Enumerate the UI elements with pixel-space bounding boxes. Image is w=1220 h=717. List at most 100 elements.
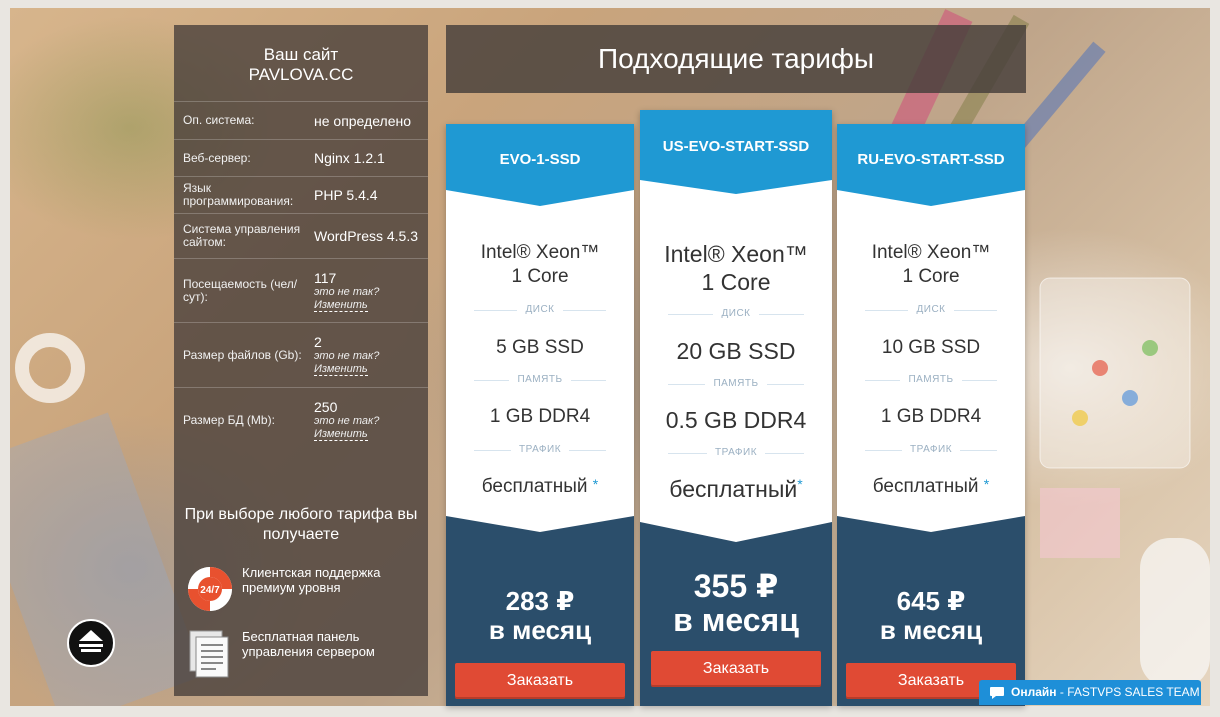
- footnote-star: *: [797, 476, 803, 492]
- support-badge: 24/7: [200, 585, 220, 596]
- footer-chevron: [640, 522, 832, 550]
- info-value: Nginx 1.2.1: [314, 150, 385, 166]
- info-label: Система управления сайтом:: [183, 222, 301, 249]
- plan-name: US-EVO-START-SSD: [640, 110, 832, 168]
- info-note: это не так?: [314, 415, 380, 427]
- logo-icon: [79, 630, 103, 652]
- change-link[interactable]: Изменить: [314, 428, 368, 441]
- info-row-files: Размер файлов (Gb): 2 это не так? Измени…: [174, 322, 428, 387]
- lifebuoy-icon: 24/7: [188, 567, 232, 611]
- order-button[interactable]: Заказать: [651, 651, 821, 687]
- plan-period: в месяц: [488, 615, 592, 645]
- header-chevron: [837, 182, 1025, 206]
- bonus-title: При выборе любого тарифа вы получаете: [184, 506, 418, 543]
- info-value: 250: [314, 399, 338, 415]
- memory-label: ПАМЯТЬ: [837, 374, 1025, 385]
- info-row-cms: Система управления сайтом: WordPress 4.5…: [174, 213, 428, 258]
- chat-bubble-icon: [990, 686, 1004, 699]
- change-link[interactable]: Изменить: [314, 298, 368, 312]
- document-icon: [189, 630, 229, 678]
- disk-value: 5 GB SSD: [496, 337, 584, 358]
- disk-value: 10 GB SSD: [881, 337, 981, 358]
- cpu-cores: 1 Core: [902, 266, 960, 287]
- info-row-traffic: Посещаемость (чел/сут): 117 это не так? …: [174, 258, 428, 322]
- info-label: Веб-сервер:: [183, 150, 251, 165]
- memory-label: ПАМЯТЬ: [446, 374, 634, 385]
- plan-period: в месяц: [673, 602, 799, 638]
- disk-label: ДИСК: [446, 304, 634, 315]
- memory-value: 1 GB DDR4: [880, 406, 982, 427]
- cpu-cores: 1 Core: [701, 269, 771, 295]
- order-button[interactable]: Заказать: [455, 663, 625, 699]
- info-note: это не так?: [314, 350, 380, 362]
- disk-value: 20 GB SSD: [676, 338, 796, 364]
- memory-value: 0.5 GB DDR4: [665, 407, 807, 433]
- traffic-value: бесплатный *: [837, 476, 1025, 498]
- cpu-spec: Intel® Xeon™ 1 Core: [640, 240, 832, 296]
- info-row-language: Язык программирования: PHP 5.4.4: [174, 176, 428, 213]
- info-label: Оп. система:: [183, 113, 255, 127]
- footer-chevron: [837, 516, 1025, 544]
- perk-panel: Бесплатная панель управления сервером: [186, 629, 382, 679]
- info-value-group: 2 это не так? Изменить: [314, 334, 379, 376]
- site-info-panel: Ваш сайт PAVLOVA.CC Оп. система: не опре…: [174, 25, 428, 696]
- plan-name: RU-EVO-START-SSD: [837, 124, 1025, 182]
- cpu-spec: Intel® Xeon™ 1 Core: [446, 241, 634, 289]
- info-value-group: 117 это не так? Изменить: [314, 270, 379, 312]
- info-label: Язык программирования:: [183, 181, 294, 208]
- perk-text: Бесплатная панель управления сервером: [242, 629, 375, 659]
- perk-support: 24/7 Клиентская поддержка премиум уровня: [186, 565, 382, 613]
- header-chevron: [446, 182, 634, 206]
- memory-label: ПАМЯТЬ: [640, 378, 832, 389]
- info-label: Размер БД (Mb):: [183, 412, 275, 427]
- traffic-label: ТРАФИК: [446, 444, 634, 455]
- cpu-model: Intel® Xeon™: [871, 242, 991, 263]
- plan-card: RU-EVO-START-SSD Intel® Xeon™ 1 Core ДИС…: [837, 124, 1025, 706]
- chat-status: Онлайн: [1011, 685, 1057, 699]
- header-chevron: [640, 168, 832, 194]
- cpu-model: Intel® Xeon™: [480, 242, 600, 263]
- footnote-star: *: [592, 476, 599, 492]
- info-label: Посещаемость (чел/сут):: [183, 276, 298, 304]
- plan-period: в месяц: [879, 615, 983, 645]
- plan-card-featured: US-EVO-START-SSD Intel® Xeon™ 1 Core ДИС…: [640, 110, 832, 706]
- info-row-os: Оп. система: не определено: [174, 101, 428, 139]
- disk-label: ДИСК: [837, 304, 1025, 315]
- page-title: Подходящие тарифы: [446, 25, 1026, 93]
- plan-price: 355 ₽: [693, 568, 779, 604]
- site-domain: PAVLOVA.CC: [248, 65, 354, 84]
- live-chat-button[interactable]: Онлайн - FASTVPS SALES TEAM: [979, 680, 1201, 705]
- disk-label: ДИСК: [640, 308, 832, 319]
- traffic-label: ТРАФИК: [837, 444, 1025, 455]
- plan-price: 645 ₽: [896, 586, 966, 616]
- traffic-text: бесплатный: [669, 476, 798, 502]
- cpu-model: Intel® Xeon™: [664, 241, 808, 267]
- change-link[interactable]: Изменить: [314, 363, 368, 376]
- footer-chevron: [446, 516, 634, 544]
- info-value: PHP 5.4.4: [314, 187, 378, 203]
- info-label: Размер файлов (Gb):: [183, 347, 302, 362]
- traffic-label: ТРАФИК: [640, 447, 832, 458]
- info-value-group: 250 это не так? Изменить: [314, 399, 379, 441]
- info-note: это не так?: [314, 285, 380, 298]
- memory-value: 1 GB DDR4: [489, 406, 591, 427]
- fastvps-logo-button[interactable]: [67, 619, 115, 667]
- chat-team: - FASTVPS SALES TEAM: [1059, 685, 1200, 699]
- cpu-spec: Intel® Xeon™ 1 Core: [837, 241, 1025, 289]
- info-value: WordPress 4.5.3: [314, 228, 419, 244]
- info-row-db: Размер БД (Mb): 250 это не так? Изменить: [174, 387, 428, 452]
- site-label: Ваш сайт: [263, 45, 339, 64]
- plan-price: 283 ₽: [505, 586, 575, 616]
- traffic-text: бесплатный: [481, 476, 588, 497]
- info-value: не определено: [314, 112, 412, 129]
- traffic-value: бесплатный*: [640, 476, 832, 503]
- site-header: Ваш сайт PAVLOVA.CC: [174, 25, 428, 101]
- plan-card: EVO-1-SSD Intel® Xeon™ 1 Core ДИСК 5 GB …: [446, 124, 634, 706]
- perk-text: Клиентская поддержка премиум уровня: [242, 565, 381, 595]
- info-value: 117: [314, 269, 337, 286]
- info-row-webserver: Веб-сервер: Nginx 1.2.1: [174, 139, 428, 176]
- cpu-cores: 1 Core: [511, 266, 569, 287]
- traffic-text: бесплатный: [872, 476, 979, 497]
- plan-name: EVO-1-SSD: [446, 124, 634, 182]
- traffic-value: бесплатный *: [446, 476, 634, 498]
